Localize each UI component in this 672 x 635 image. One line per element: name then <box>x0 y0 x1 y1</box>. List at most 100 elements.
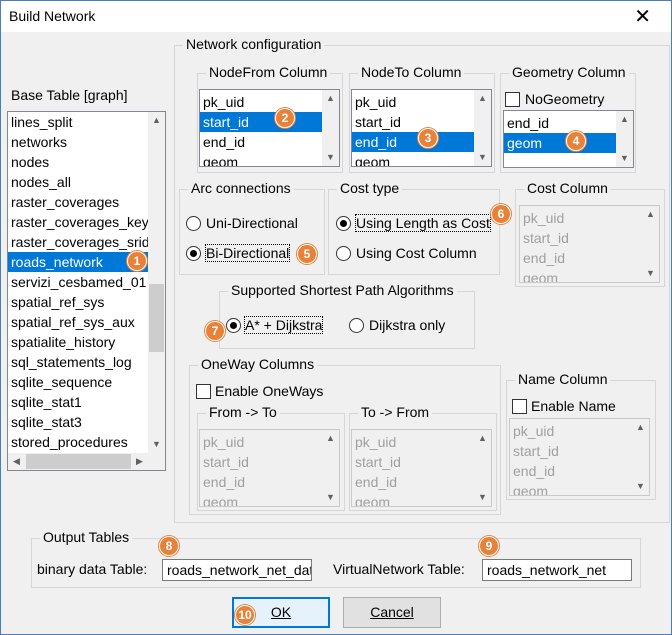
badge-4: 4 <box>566 131 586 151</box>
base-table-item[interactable]: raster_coverages_srid <box>8 232 165 252</box>
cost-column-label: Cost Column <box>524 180 611 196</box>
scroll-right-icon[interactable]: ▶ <box>131 453 148 470</box>
nodefrom-item[interactable]: pk_uid <box>200 92 339 112</box>
dijkstra-only-label: Dijkstra only <box>369 317 446 333</box>
from-to-list[interactable]: pk_uid start_id end_id geom ▲ ▼ <box>199 429 340 507</box>
scroll-up-icon[interactable]: ▲ <box>322 90 339 107</box>
scroll-up-icon[interactable]: ▲ <box>148 112 165 129</box>
from-to-item[interactable]: pk_uid <box>200 432 339 452</box>
scroll-up-icon[interactable]: ▲ <box>642 206 659 223</box>
binary-data-table-input[interactable]: roads_network_net_data <box>162 559 312 581</box>
cost-column-item[interactable]: start_id <box>520 228 659 248</box>
name-column-item[interactable]: start_id <box>510 441 649 461</box>
nodefrom-list[interactable]: pk_uid start_id end_id geom ▲ ▼ <box>199 89 340 167</box>
base-table-item[interactable]: nodes_all <box>8 172 165 192</box>
algorithms-label: Supported Shortest Path Algorithms <box>228 282 457 298</box>
scroll-left-icon[interactable]: ◀ <box>8 453 25 470</box>
dijkstra-only-radio[interactable] <box>349 318 364 333</box>
cost-column-vscroll[interactable]: ▲ ▼ <box>642 206 659 282</box>
scroll-down-icon[interactable]: ▼ <box>474 489 491 506</box>
nodeto-item[interactable]: geom <box>352 152 491 166</box>
base-table-item[interactable]: sqlite_stat3 <box>8 412 165 432</box>
to-from-item[interactable]: pk_uid <box>352 432 491 452</box>
arc-connections-label: Arc connections <box>188 180 294 196</box>
base-table-item[interactable]: spatial_ref_sys_aux <box>8 312 165 332</box>
base-table-item[interactable]: raster_coverages <box>8 192 165 212</box>
name-column-item[interactable]: end_id <box>510 461 649 481</box>
virtualnetwork-table-input[interactable]: roads_network_net <box>482 559 632 581</box>
scroll-up-icon[interactable]: ▲ <box>616 111 633 128</box>
scroll-down-icon[interactable]: ▼ <box>616 150 633 167</box>
cost-column-item[interactable]: geom <box>520 268 659 282</box>
base-table-item[interactable]: servizi_cesbamed_01 <box>8 272 165 292</box>
badge-9: 9 <box>479 536 499 556</box>
from-to-vscroll[interactable]: ▲ ▼ <box>322 430 339 506</box>
base-table-item[interactable]: spatial_ref_sys <box>8 292 165 312</box>
base-table-item[interactable]: networks <box>8 132 165 152</box>
base-table-item[interactable]: sqlite_sequence <box>8 372 165 392</box>
astar-dijkstra-label: A* + Dijkstra <box>243 316 324 334</box>
astar-dijkstra-radio[interactable] <box>226 318 241 333</box>
to-from-item[interactable]: start_id <box>352 452 491 472</box>
cost-column-item[interactable]: pk_uid <box>520 208 659 228</box>
geometry-item[interactable]: end_id <box>504 113 633 133</box>
from-to-item[interactable]: start_id <box>200 452 339 472</box>
name-column-item[interactable]: pk_uid <box>510 421 649 441</box>
nodefrom-label: NodeFrom Column <box>206 64 331 80</box>
scroll-down-icon[interactable]: ▼ <box>642 265 659 282</box>
name-column-vscroll[interactable]: ▲ ▼ <box>632 419 649 495</box>
scroll-down-icon[interactable]: ▼ <box>148 436 165 453</box>
from-to-item[interactable]: end_id <box>200 472 339 492</box>
scroll-up-icon[interactable]: ▲ <box>322 430 339 447</box>
base-table-item[interactable]: nodes <box>8 152 165 172</box>
name-column-item[interactable]: geom <box>510 481 649 495</box>
using-cost-column-radio[interactable] <box>336 246 351 261</box>
hscroll-thumb[interactable] <box>26 454 131 469</box>
nodefrom-vscroll[interactable]: ▲ ▼ <box>322 90 339 166</box>
scroll-down-icon[interactable]: ▼ <box>474 149 491 166</box>
uni-directional-radio[interactable] <box>186 216 201 231</box>
scroll-up-icon[interactable]: ▲ <box>474 90 491 107</box>
name-column-list[interactable]: pk_uid start_id end_id geom ▲ ▼ <box>509 418 650 496</box>
base-table-item[interactable]: lines_split <box>8 112 165 132</box>
nodeto-item[interactable]: pk_uid <box>352 92 491 112</box>
badge-8: 8 <box>159 536 179 556</box>
nodefrom-item[interactable]: start_id <box>200 112 339 132</box>
scroll-up-icon[interactable]: ▲ <box>632 419 649 436</box>
base-table-item[interactable]: raster_coverages_key <box>8 212 165 232</box>
to-from-item[interactable]: geom <box>352 492 491 506</box>
scroll-down-icon[interactable]: ▼ <box>632 478 649 495</box>
scroll-down-icon[interactable]: ▼ <box>322 489 339 506</box>
cost-type-label: Cost type <box>337 180 403 196</box>
cancel-button[interactable]: Cancel <box>343 597 441 628</box>
scroll-thumb[interactable] <box>149 284 164 352</box>
base-table-item[interactable]: sql_statements_log <box>8 352 165 372</box>
cost-column-item[interactable]: end_id <box>520 248 659 268</box>
scroll-down-icon[interactable]: ▼ <box>322 149 339 166</box>
badge-5: 5 <box>297 244 317 264</box>
cost-column-list[interactable]: pk_uid start_id end_id geom ▲ ▼ <box>519 205 660 283</box>
enable-oneways-checkbox[interactable] <box>196 384 211 399</box>
close-icon[interactable]: ✕ <box>634 4 651 29</box>
nodeto-vscroll[interactable]: ▲ ▼ <box>474 90 491 166</box>
nodeto-list[interactable]: pk_uid start_id end_id geom ▲ ▼ <box>351 89 492 167</box>
nogeometry-checkbox[interactable] <box>505 92 520 107</box>
to-from-vscroll[interactable]: ▲ ▼ <box>474 430 491 506</box>
base-table-vscroll[interactable]: ▲ ▼ <box>148 112 165 453</box>
base-table-item[interactable]: spatialite_history <box>8 332 165 352</box>
base-table-hscroll[interactable]: ◀ ▶ <box>8 453 165 470</box>
geometry-vscroll[interactable]: ▲ ▼ <box>616 111 633 167</box>
network-configuration-label: Network configuration <box>183 36 325 52</box>
base-table-item[interactable]: sqlite_stat1 <box>8 392 165 412</box>
base-table-item[interactable]: stored_procedures <box>8 432 165 452</box>
bi-directional-radio[interactable] <box>186 246 201 261</box>
from-to-item[interactable]: geom <box>200 492 339 506</box>
to-from-list[interactable]: pk_uid start_id end_id geom ▲ ▼ <box>351 429 492 507</box>
scroll-up-icon[interactable]: ▲ <box>474 430 491 447</box>
using-length-radio[interactable] <box>336 216 351 231</box>
nodefrom-item[interactable]: end_id <box>200 132 339 152</box>
to-from-item[interactable]: end_id <box>352 472 491 492</box>
nodefrom-item[interactable]: geom <box>200 152 339 166</box>
base-table-list[interactable]: lines_split networks nodes nodes_all raster_… <box>7 111 166 471</box>
enable-name-checkbox[interactable] <box>512 399 527 414</box>
